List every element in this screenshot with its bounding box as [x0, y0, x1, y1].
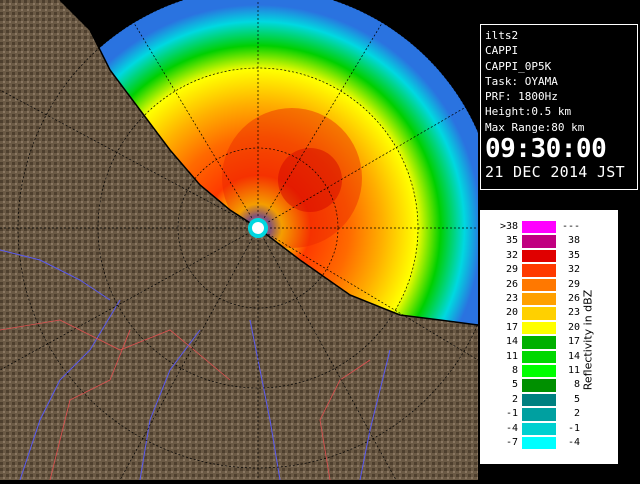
legend-row: 14 17 [500, 335, 582, 349]
legend-swatch [522, 221, 556, 234]
legend-upper-bound: 29 [567, 278, 580, 290]
legend-row: 29 32 [500, 263, 582, 277]
legend-row: 23 26 [500, 292, 582, 306]
legend-row: >38 --- [500, 220, 582, 234]
legend-swatch [522, 408, 556, 421]
legend-upper-bound: 17 [567, 336, 580, 348]
legend-swatch [522, 336, 556, 349]
legend-upper-bound: 38 [567, 235, 580, 247]
legend-row: 11 14 [500, 350, 582, 364]
legend-row: -1 2 [500, 407, 582, 421]
legend-lower-bound: 23 [505, 293, 518, 304]
legend-swatch [522, 393, 556, 407]
legend-upper-bound: 23 [567, 307, 580, 319]
legend-swatch [522, 321, 556, 335]
legend-lower-bound: 5 [511, 379, 518, 391]
legend-row: 17 20 [500, 321, 582, 335]
legend-upper-bound: 32 [567, 264, 580, 276]
radar-map-canvas [0, 0, 499, 481]
prf-label: PRF: 1800Hz [485, 90, 558, 104]
legend-upper-bound: 2 [573, 408, 580, 420]
observation-time: 09:30:00 [485, 134, 607, 165]
info-panel: ilts2 CAPPI CAPPI_0P5K Task: OYAMA PRF: … [480, 24, 638, 190]
legend-lower-bound: 8 [511, 365, 518, 376]
color-legend: >38 --- 35 38 32 35 29 32 26 29 23 26 20 23 17 20 14 17 11… [480, 210, 618, 464]
legend-lower-bound: 35 [505, 235, 518, 247]
legend-upper-bound: 11 [567, 365, 580, 376]
legend-upper-bound: 5 [573, 393, 580, 405]
legend-swatch [522, 307, 556, 320]
legend-upper-bound: 8 [573, 379, 580, 391]
product-name: CAPPI [485, 44, 519, 58]
legend-row: 35 38 [500, 234, 582, 248]
legend-row: -4 -1 [500, 422, 582, 436]
legend-lower-bound: -1 [505, 408, 518, 420]
legend-title: Reflectivity in dBZ [581, 289, 595, 391]
legend-row: 8 11 [500, 364, 582, 378]
observation-date: 21 DEC 2014 JST [485, 163, 625, 182]
legend-lower-bound: -7 [505, 437, 518, 448]
legend-upper-bound: 35 [567, 249, 580, 261]
legend-upper-bound: --- [561, 221, 580, 232]
legend-row: 58 [500, 378, 582, 392]
legend-lower-bound: 17 [505, 321, 518, 333]
product-code: CAPPI_0P5K [485, 59, 552, 73]
legend-swatch [522, 235, 556, 248]
legend-upper-bound: -1 [567, 422, 580, 434]
legend-swatch [522, 278, 556, 291]
legend-lower-bound: 11 [505, 350, 518, 362]
legend-lower-bound: -4 [505, 422, 518, 434]
legend-swatch [522, 264, 556, 277]
legend-lower-bound: 14 [505, 336, 518, 348]
legend-row: 26 29 [500, 278, 582, 292]
legend-swatch [522, 293, 556, 306]
legend-swatch [522, 437, 556, 450]
max-range-label: Max Range:80 km [485, 120, 585, 134]
legend-rows: >38 --- 35 38 32 35 29 32 26 29 23 26 20 23 17 20 14 17 11… [500, 216, 582, 460]
radar-id: ilts2 [485, 29, 519, 42]
radar-map [0, 0, 499, 481]
legend-lower-bound: 26 [505, 278, 518, 290]
legend-row: 20 23 [500, 306, 582, 320]
legend-lower-bound: 2 [511, 393, 518, 405]
legend-lower-bound: 29 [505, 264, 518, 276]
radar-site-marker [248, 218, 268, 238]
legend-row: 32 35 [500, 249, 582, 263]
legend-upper-bound: 26 [567, 293, 580, 304]
legend-swatch [522, 365, 556, 378]
legend-lower-bound: >38 [500, 221, 519, 232]
legend-row: 25 [500, 393, 582, 407]
legend-lower-bound: 32 [505, 249, 518, 261]
legend-swatch [522, 379, 556, 392]
echo-inner-cell [278, 148, 342, 212]
legend-swatch [522, 350, 556, 363]
legend-swatch [522, 422, 556, 435]
task-label: Task: OYAMA [485, 74, 558, 88]
legend-upper-bound: 14 [567, 350, 580, 362]
legend-lower-bound: 20 [505, 307, 518, 319]
legend-row: -7 -4 [500, 436, 582, 450]
height-label: Height:0.5 km [485, 105, 572, 119]
legend-swatch [522, 249, 556, 263]
legend-upper-bound: -4 [567, 437, 580, 448]
legend-upper-bound: 20 [567, 321, 580, 333]
